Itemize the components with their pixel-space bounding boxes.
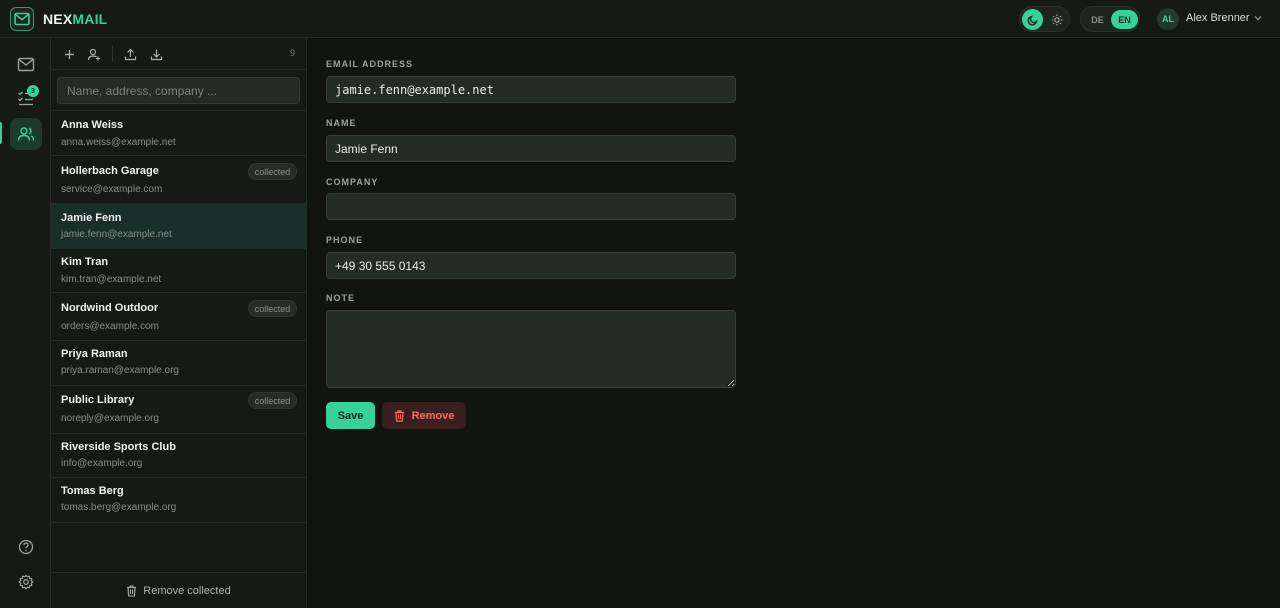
add-user-icon [87,48,100,60]
contacts-icon [17,127,35,141]
contact-name: Tomas Berg [61,485,124,497]
trash-icon [127,584,137,597]
contact-email: service@example.com [61,184,163,195]
contact-name: Riverside Sports Club [61,441,176,453]
list-item[interactable]: Jamie Fenn jamie.fenn@example.net [51,204,306,249]
trash-icon [394,409,404,422]
note-label: NOTE [326,293,356,303]
top-bar: NEXMAIL DE EN AL Alex Brenner [0,0,1280,38]
name-field[interactable] [326,135,736,162]
toolbar-divider [112,46,113,62]
name-label: NAME [326,118,357,128]
save-button[interactable]: Save [326,402,375,429]
list-item[interactable]: Anna Weiss anna.weiss@example.net [51,111,306,156]
company-field[interactable] [326,193,736,220]
theme-toggle[interactable] [1019,6,1070,32]
remove-label: Remove [411,409,455,422]
remove-collected-label: Remove collected [143,584,231,597]
export-button[interactable] [122,46,138,62]
rail-item-settings[interactable] [10,566,42,598]
contact-name: Nordwind Outdoor [61,302,159,314]
contact-email: tomas.berg@example.org [61,502,177,513]
contact-email: orders@example.com [61,321,159,332]
list-item[interactable]: Hollerbach Garage collected service@exam… [51,156,306,204]
phone-label: PHONE [326,235,364,245]
collected-badge: collected [248,392,297,409]
contact-name: Anna Weiss [61,119,124,131]
email-field[interactable] [326,76,736,103]
list-item[interactable]: Priya Raman priya.raman@example.org [51,341,306,386]
language-toggle[interactable]: DE EN [1080,6,1140,32]
contact-name: Jamie Fenn [61,212,122,224]
user-name[interactable]: Alex Brenner [1186,12,1250,24]
contacts-count: 9 [290,48,296,58]
contact-email: anna.weiss@example.net [61,137,176,148]
collected-badge: collected [248,163,297,180]
contact-name: Kim Tran [61,256,109,268]
add-user-button[interactable] [86,46,102,62]
contact-email: kim.tran@example.net [61,274,162,285]
list-item[interactable]: Nordwind Outdoor collected orders@exampl… [51,293,306,341]
brand-prefix: NEX [43,11,73,27]
add-contact-button[interactable] [61,46,77,62]
rail-item-mail[interactable] [10,48,42,80]
gear-icon [18,574,34,590]
tasks-count-badge: 3 [27,85,39,97]
list-item[interactable]: Tomas Berg tomas.berg@example.org [51,478,306,523]
active-indicator [0,122,2,144]
avatar[interactable]: AL [1157,8,1179,30]
contact-list: Anna Weiss anna.weiss@example.net Holler… [51,111,306,523]
company-label: COMPANY [326,177,379,187]
contact-email: jamie.fenn@example.net [61,229,172,240]
app-logo[interactable] [10,7,34,31]
language-en-button[interactable]: EN [1111,10,1138,29]
plus-icon [64,49,74,59]
contacts-panel: 9 Anna Weiss anna.weiss@example.net Holl… [51,38,307,608]
list-item[interactable]: Public Library collected noreply@example… [51,386,306,434]
mail-icon [17,57,35,71]
brand-name: NEXMAIL [43,11,107,27]
upload-icon [124,48,136,60]
nav-rail: 3 [0,38,51,608]
contact-email: priya.raman@example.org [61,365,179,376]
rail-item-help[interactable] [10,531,42,563]
contact-email: info@example.org [61,458,143,469]
collected-badge: collected [248,300,297,317]
list-item[interactable]: Riverside Sports Club info@example.org [51,434,306,478]
list-item[interactable]: Kim Tran kim.tran@example.net [51,249,306,293]
help-icon [18,539,34,555]
download-icon [150,49,162,60]
contact-name: Public Library [61,394,135,406]
phone-field[interactable] [326,252,736,279]
remove-button[interactable]: Remove [382,402,466,429]
contact-name: Priya Raman [61,348,128,360]
rail-item-contacts[interactable] [10,118,42,150]
dark-theme-button[interactable] [1022,9,1043,30]
language-de-button[interactable]: DE [1084,10,1111,29]
brand-suffix: MAIL [72,11,108,27]
sun-icon [1051,14,1062,25]
contact-email: noreply@example.org [61,413,159,424]
import-button[interactable] [148,46,164,62]
contact-name: Hollerbach Garage [61,165,159,177]
remove-collected-button[interactable]: Remove collected [51,572,306,608]
search-input[interactable] [57,77,300,104]
mail-logo-icon [14,12,30,26]
moon-icon [1027,14,1038,25]
contacts-toolbar: 9 [51,38,306,70]
note-field[interactable] [326,310,736,388]
email-label: EMAIL ADDRESS [326,59,414,69]
light-theme-button[interactable] [1046,9,1067,30]
chevron-down-icon[interactable] [1253,13,1263,23]
